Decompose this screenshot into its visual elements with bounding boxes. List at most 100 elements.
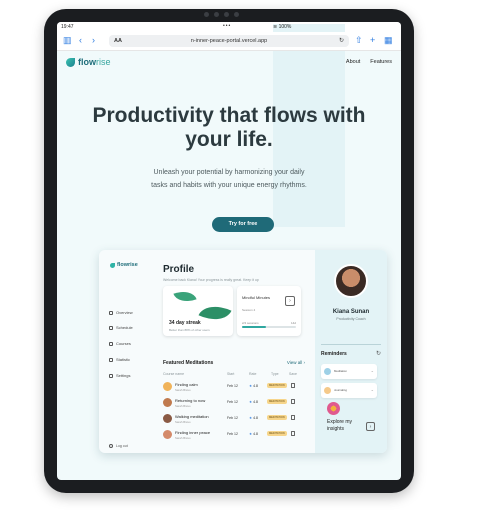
row-start: Feb 12 (227, 416, 238, 420)
row-rate: ★ 4.8 (249, 416, 258, 420)
star-icon: ★ (249, 384, 253, 388)
back-icon[interactable]: ‹ (79, 35, 82, 46)
table-row[interactable]: Finding calm Sarah Bravo Feb 12 ★ 4.8 ME… (163, 380, 309, 394)
site-header: flowrise About Features (57, 51, 401, 73)
reminder-item[interactable]: Journaling ⌄ (321, 383, 377, 398)
chevron-down-icon[interactable]: ⌄ (371, 387, 374, 392)
bookmark-icon[interactable] (291, 431, 295, 436)
chevron-down-icon[interactable]: ⌄ (371, 368, 374, 373)
dashboard-brand: flowrise (117, 262, 138, 268)
new-tab-icon[interactable]: + (370, 35, 375, 46)
share-icon[interactable]: ⇧ (355, 35, 363, 46)
dashboard-sidebar: flowrise Overview Schedule Courses Stati… (99, 250, 157, 453)
row-start: Feb 12 (227, 400, 238, 404)
divider (321, 344, 381, 345)
gear-icon (109, 373, 113, 378)
profile-role: Productivity Coach (336, 317, 366, 321)
page-subtitle: Welcome back Kiana! Your progress is rea… (163, 278, 259, 282)
logo-icon (110, 262, 115, 268)
table-row[interactable]: Walking meditation Sarah Bravo Feb 12 ★ … (163, 412, 309, 426)
col-save: Save (289, 372, 297, 376)
explore-card[interactable]: Explore my insights › (321, 402, 381, 446)
nav-about[interactable]: About (346, 59, 360, 65)
sidebar-item-schedule[interactable]: Schedule (109, 325, 133, 330)
refresh-icon[interactable]: ↻ (376, 350, 381, 357)
leaf-illustration (198, 298, 232, 328)
dashboard-logo: flowrise (110, 262, 138, 268)
chart-icon (109, 357, 113, 362)
address-bar[interactable]: AA n-inner-peace-portal.vercel.app ↻ (109, 35, 349, 47)
flower-icon (327, 402, 340, 415)
play-button[interactable]: › (285, 296, 295, 306)
sidebar-item-courses[interactable]: Courses (109, 341, 131, 346)
progress-track (242, 326, 296, 328)
session-progress-label: 2/4 sessions (242, 321, 259, 325)
type-badge: MEDITATION (267, 383, 287, 388)
reminder-text: Meditation (334, 369, 347, 373)
session-title: Mindful Minutes (242, 295, 271, 300)
hero-subtitle: Unleash your potential by harmonizing yo… (151, 169, 307, 189)
bookmark-icon[interactable] (291, 383, 295, 388)
table-row[interactable]: Returning to now Sarah Bravo Feb 12 ★ 4.… (163, 396, 309, 410)
status-bar: 19:47 ••• ≋ 100% (57, 22, 401, 227)
avatar (163, 382, 172, 391)
star-icon: ★ (249, 416, 253, 420)
star-icon: ★ (249, 432, 253, 436)
brand-logo[interactable]: flowrise (66, 57, 111, 67)
nav-features[interactable]: Features (370, 59, 392, 65)
logout-button[interactable]: Log out (109, 444, 128, 448)
row-start: Feb 12 (227, 432, 238, 436)
sidebar-item-settings[interactable]: Settings (109, 373, 130, 378)
grid-icon (109, 310, 113, 315)
session-sub: Session 4 (242, 308, 256, 312)
row-author: Sarah Bravo (175, 388, 191, 392)
explore-arrow-button[interactable]: › (366, 422, 375, 431)
featured-title: Featured Meditations (163, 360, 214, 366)
row-rate: ★ 4.8 (249, 432, 258, 436)
streak-sub: Better than 88% of other users (169, 328, 210, 332)
reminder-text: Journaling (334, 388, 347, 392)
sidebar-item-statistic[interactable]: Statistic (109, 357, 130, 362)
camera-dot (204, 12, 209, 17)
bookmark-icon[interactable] (291, 399, 295, 404)
reminder-item[interactable]: Meditation ⌄ (321, 364, 377, 379)
streak-label: 34 day streak (169, 320, 201, 326)
forward-icon[interactable]: › (92, 35, 95, 46)
row-rate: ★ 4.8 (249, 384, 258, 388)
logo-icon (66, 57, 75, 67)
avatar (163, 398, 172, 407)
table-row[interactable]: Finding inner peace Sarah Bravo Feb 12 ★… (163, 428, 309, 442)
row-start: Feb 12 (227, 384, 238, 388)
tablet-frame: 19:47 ••• ≋ 100% ▥ ‹ › AA n-inner-peace-… (44, 9, 414, 493)
sidebar-item-overview[interactable]: Overview (109, 310, 133, 315)
row-name: Finding calm (175, 382, 198, 387)
bookmark-icon[interactable] (291, 415, 295, 420)
row-author: Sarah Bravo (175, 420, 191, 424)
avatar (163, 414, 172, 423)
url-text[interactable]: n-inner-peace-portal.vercel.app (109, 38, 349, 44)
col-type: Type (271, 372, 279, 376)
page-title: Profile (163, 264, 195, 275)
hero-title: Productivity that flows with your life. (92, 104, 366, 151)
profile-name: Kiana Sunan (332, 309, 370, 315)
view-all-link[interactable]: View all › (287, 360, 305, 365)
type-badge: MEDITATION (267, 399, 287, 404)
session-duration: 14d (290, 321, 296, 325)
try-free-button[interactable]: Try for free (212, 217, 274, 232)
type-badge: MEDITATION (267, 415, 287, 420)
reload-icon[interactable]: ↻ (339, 37, 344, 44)
multitask-dots[interactable]: ••• (223, 23, 231, 29)
type-badge: MEDITATION (267, 431, 287, 436)
camera-dot (214, 12, 219, 17)
avatar (163, 430, 172, 439)
camera-dot (234, 12, 239, 17)
tabs-icon[interactable]: ▦ (384, 35, 393, 46)
progress-fill (242, 326, 267, 328)
sidebar-icon[interactable]: ▥ (63, 35, 72, 46)
streak-card: 34 day streak Better than 88% of other u… (163, 286, 233, 336)
reminder-icon (324, 387, 331, 394)
browser-toolbar: ▥ ‹ › AA n-inner-peace-portal.vercel.app… (57, 32, 401, 51)
row-author: Sarah Bravo (175, 404, 191, 408)
col-start: Start (227, 372, 235, 376)
reminder-icon (324, 368, 331, 375)
